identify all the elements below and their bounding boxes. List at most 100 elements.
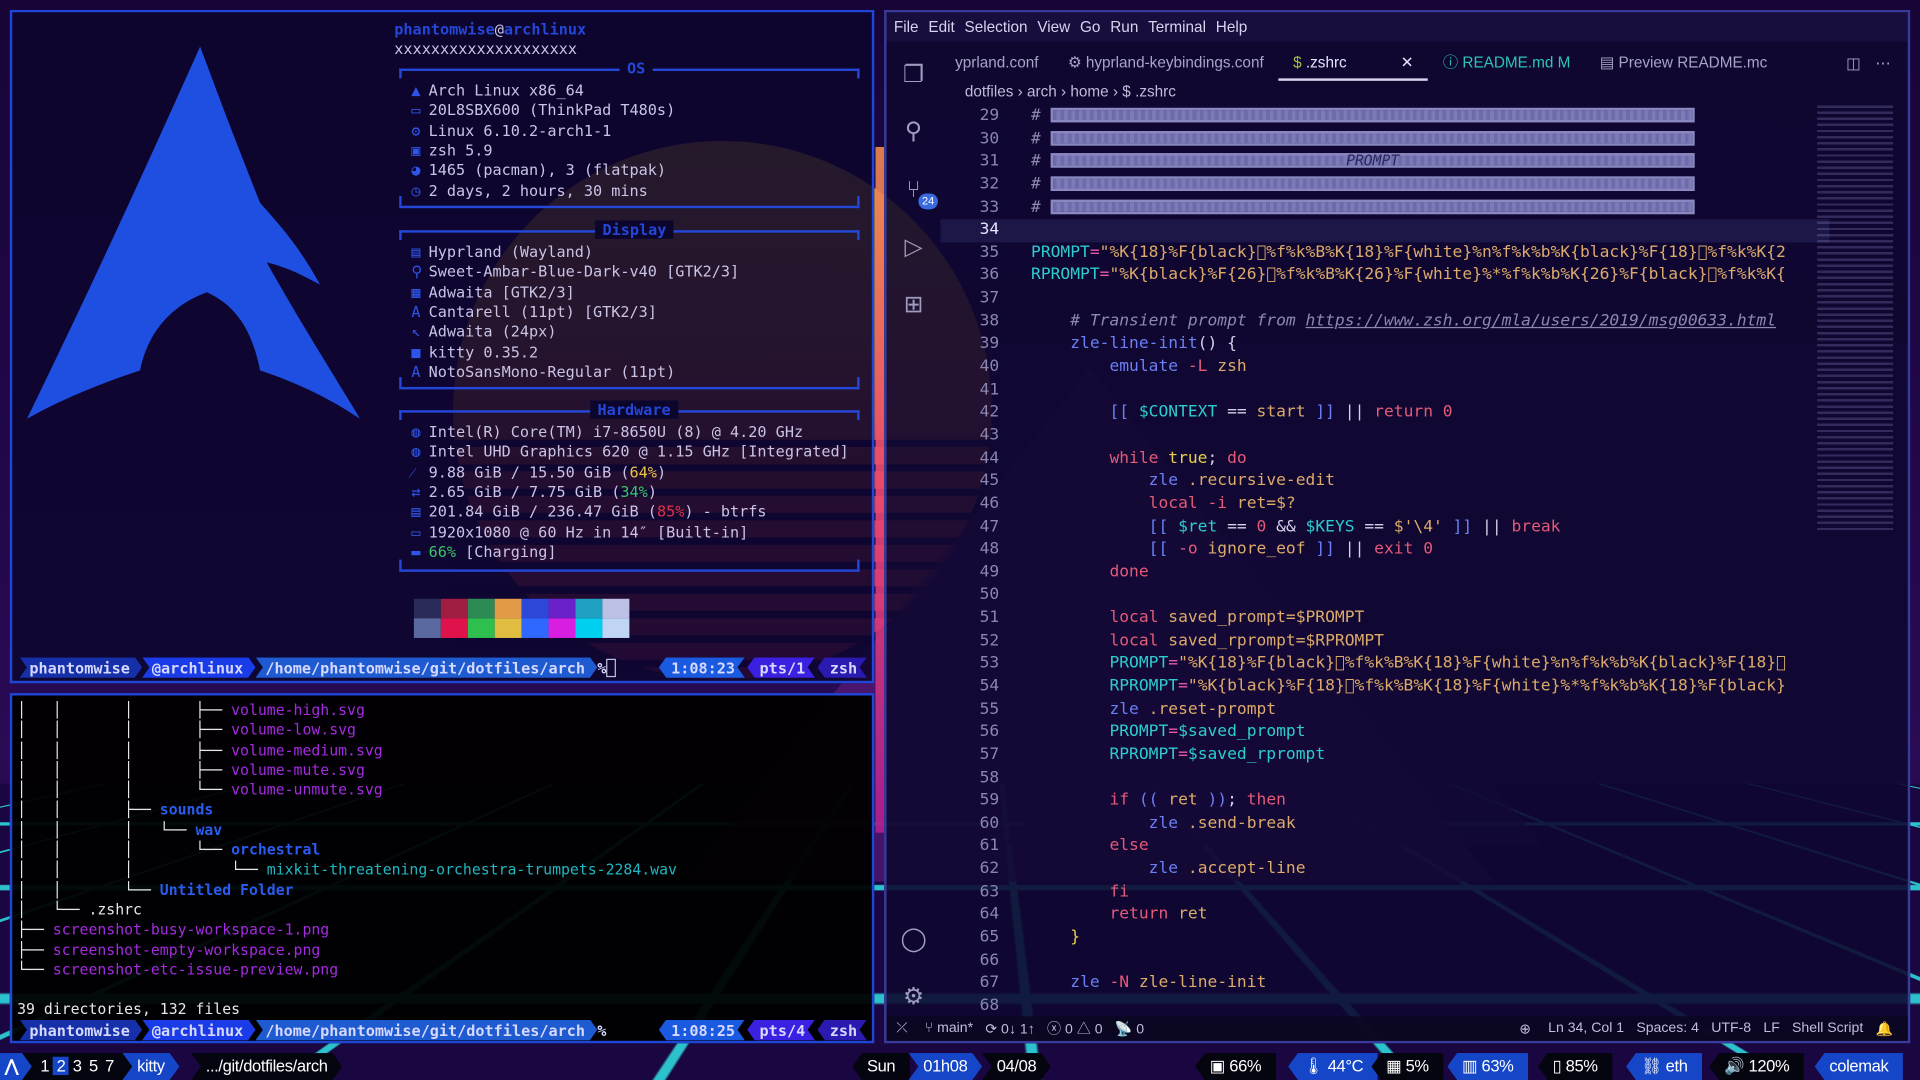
kitty-terminal-fetch[interactable]: phantomwise@archlinux xxxxxxxxxxxxxxxxxx…: [10, 10, 874, 683]
workspace-1[interactable]: 1: [37, 1057, 53, 1075]
code-line[interactable]: 63 fi: [940, 881, 1829, 904]
tree-entry[interactable]: screenshot-etc-issue-preview.png: [53, 961, 338, 978]
problems[interactable]: ⓧ 0 △ 0: [1047, 1019, 1103, 1039]
remote-icon[interactable]: ⤫: [896, 1021, 907, 1037]
kitty-terminal-tree[interactable]: │ │ │ ├── volume-high.svg │ │ │ ├── volum…: [10, 693, 874, 1043]
code-line[interactable]: 45 zle .recursive-edit: [940, 470, 1829, 493]
code-line[interactable]: 66: [940, 950, 1829, 973]
tree-entry[interactable]: [17, 981, 26, 998]
breadcrumb-item[interactable]: $ .zshrc: [1122, 83, 1176, 100]
code-line[interactable]: 57 RPROMPT=$saved_rprompt: [940, 744, 1829, 767]
code-line[interactable]: 59 if (( ret )); then: [940, 790, 1829, 813]
menu-view[interactable]: View: [1037, 18, 1070, 35]
menu-file[interactable]: File: [894, 18, 919, 35]
menu-terminal[interactable]: Terminal: [1148, 18, 1206, 35]
menu-edit[interactable]: Edit: [928, 18, 954, 35]
code-line[interactable]: 31 # PROMPT: [940, 151, 1829, 174]
menu-go[interactable]: Go: [1080, 18, 1100, 35]
split-editor-icon[interactable]: ◫: [1846, 53, 1860, 71]
code-line[interactable]: 50: [940, 585, 1829, 608]
code-line[interactable]: 43: [940, 425, 1829, 448]
menu-selection[interactable]: Selection: [965, 18, 1028, 35]
memory-module[interactable]: ▥ 63%: [1447, 1053, 1528, 1080]
code-line[interactable]: 56 PROMPT=$saved_prompt: [940, 722, 1829, 745]
tree-entry[interactable]: volume-mute.svg: [231, 761, 365, 778]
workspace-3[interactable]: 3: [69, 1057, 85, 1075]
code-line[interactable]: 52 local saved_rprompt=$RPROMPT: [940, 630, 1829, 653]
battery-module[interactable]: ▣ 66%: [1195, 1053, 1276, 1080]
tree-entry[interactable]: volume-low.svg: [231, 722, 356, 739]
tab-preview-readme-mc[interactable]: ▤ Preview README.mc: [1585, 44, 1782, 81]
clock-time[interactable]: 01h08: [909, 1053, 983, 1080]
code-line[interactable]: 34: [940, 219, 1829, 242]
code-line[interactable]: 39 zle-line-init() {: [940, 334, 1829, 357]
tab-yprland-conf[interactable]: yprland.conf: [940, 44, 1053, 81]
tab-hyprland-keybindings-conf[interactable]: ⚙ hyprland-keybindings.conf: [1053, 44, 1278, 81]
code-line[interactable]: 48 [[ -o ignore_eof ]] || exit 0: [940, 539, 1829, 562]
code-editor[interactable]: 29 # 30 # 31 # PROMPT 32 # 33 # 34 35 PROMPT="%K…: [940, 105, 1907, 1018]
workspace-2[interactable]: 2: [53, 1057, 69, 1075]
tree-entry[interactable]: .zshrc: [88, 901, 141, 918]
tree-entry[interactable]: sounds: [160, 801, 213, 818]
disk-module[interactable]: ▯ 85%: [1538, 1053, 1612, 1080]
code-line[interactable]: 44 while true; do: [940, 448, 1829, 471]
code-line[interactable]: 41: [940, 379, 1829, 402]
status-language[interactable]: Shell Script: [1792, 1021, 1863, 1036]
code-line[interactable]: 32 #: [940, 174, 1829, 197]
cpu-module[interactable]: ▦ 5%: [1371, 1053, 1443, 1080]
code-line[interactable]: 65 }: [940, 927, 1829, 950]
code-line[interactable]: 49 done: [940, 562, 1829, 585]
settings-icon[interactable]: ⚙: [899, 983, 928, 1012]
code-line[interactable]: 55 zle .reset-prompt: [940, 699, 1829, 722]
menu-run[interactable]: Run: [1110, 18, 1138, 35]
code-line[interactable]: 68: [940, 995, 1829, 1018]
breadcrumb-item[interactable]: arch: [1027, 83, 1057, 100]
code-line[interactable]: 60 zle .send-break: [940, 813, 1829, 836]
keyboard-layout-module[interactable]: colemak: [1815, 1053, 1903, 1080]
code-line[interactable]: 67 zle -N zle-line-init: [940, 973, 1829, 996]
code-line[interactable]: 46 local -i ret=$?: [940, 493, 1829, 516]
shell-prompt[interactable]: phantomwise @archlinux/home/phantomwise/g…: [20, 656, 867, 678]
code-line[interactable]: 36 RPROMPT="%K{black}%F{26}%f%k%B%K{26}%…: [940, 265, 1829, 288]
close-icon[interactable]: ✕: [1401, 54, 1414, 71]
code-line[interactable]: 51 local saved_prompt=$PROMPT: [940, 607, 1829, 630]
code-line[interactable]: 47 [[ $ret == 0 && $KEYS == $'\4' ]] || …: [940, 516, 1829, 539]
account-icon[interactable]: ◯: [899, 926, 928, 955]
shell-prompt[interactable]: phantomwise @archlinux/home/phantomwise/g…: [20, 1019, 867, 1041]
status-position[interactable]: Ln 34, Col 1: [1548, 1021, 1624, 1036]
code-line[interactable]: 62 zle .accept-line: [940, 859, 1829, 882]
code-line[interactable]: 40 emulate -L zsh: [940, 356, 1829, 379]
code-line[interactable]: 64 return ret: [940, 904, 1829, 927]
temperature-module[interactable]: 🌡 44°C: [1288, 1053, 1378, 1080]
tree-entry[interactable]: orchestral: [231, 841, 320, 858]
status-spaces[interactable]: Spaces: 4: [1636, 1021, 1699, 1036]
workspace-7[interactable]: 7: [101, 1057, 117, 1075]
zoom-icon[interactable]: ⊕: [1519, 1020, 1531, 1037]
tree-entry[interactable]: volume-medium.svg: [231, 742, 383, 759]
status-encoding[interactable]: UTF-8: [1711, 1021, 1751, 1036]
tab-readme-md-m[interactable]: ⓘ README.md M: [1428, 44, 1585, 81]
minimap[interactable]: [1817, 105, 1893, 534]
extensions-icon[interactable]: ⊞: [899, 291, 928, 320]
git-branch[interactable]: ⑂ main*: [925, 1021, 973, 1036]
code-line[interactable]: 35 PROMPT="%K{18}%F{black}%f%k%B%K{18}%F…: [940, 242, 1829, 265]
run-debug-icon[interactable]: ▷: [899, 234, 928, 263]
search-icon[interactable]: ⚲: [899, 118, 928, 147]
status-eol[interactable]: LF: [1763, 1021, 1779, 1036]
git-sync[interactable]: ⟳ 0↓ 1↑: [985, 1020, 1034, 1037]
code-line[interactable]: 61 else: [940, 836, 1829, 859]
breadcrumb-item[interactable]: dotfiles: [965, 83, 1014, 100]
code-line[interactable]: 29 #: [940, 105, 1829, 128]
workspace-5[interactable]: 5: [85, 1057, 101, 1075]
code-line[interactable]: 38 # Transient prompt from https://www.z…: [940, 311, 1829, 334]
tree-entry[interactable]: wav: [195, 821, 222, 838]
code-line[interactable]: 30 #: [940, 128, 1829, 151]
breadcrumb-item[interactable]: home: [1070, 83, 1108, 100]
tree-entry[interactable]: volume-unmute.svg: [231, 781, 383, 798]
explorer-icon[interactable]: ❐: [899, 61, 928, 90]
network-module[interactable]: ⛓ eth: [1626, 1053, 1702, 1080]
tree-entry[interactable]: screenshot-empty-workspace.png: [53, 941, 320, 958]
bell-icon[interactable]: 🔔: [1876, 1020, 1894, 1037]
menu-help[interactable]: Help: [1216, 18, 1247, 35]
tree-entry[interactable]: screenshot-busy-workspace-1.png: [53, 921, 329, 938]
